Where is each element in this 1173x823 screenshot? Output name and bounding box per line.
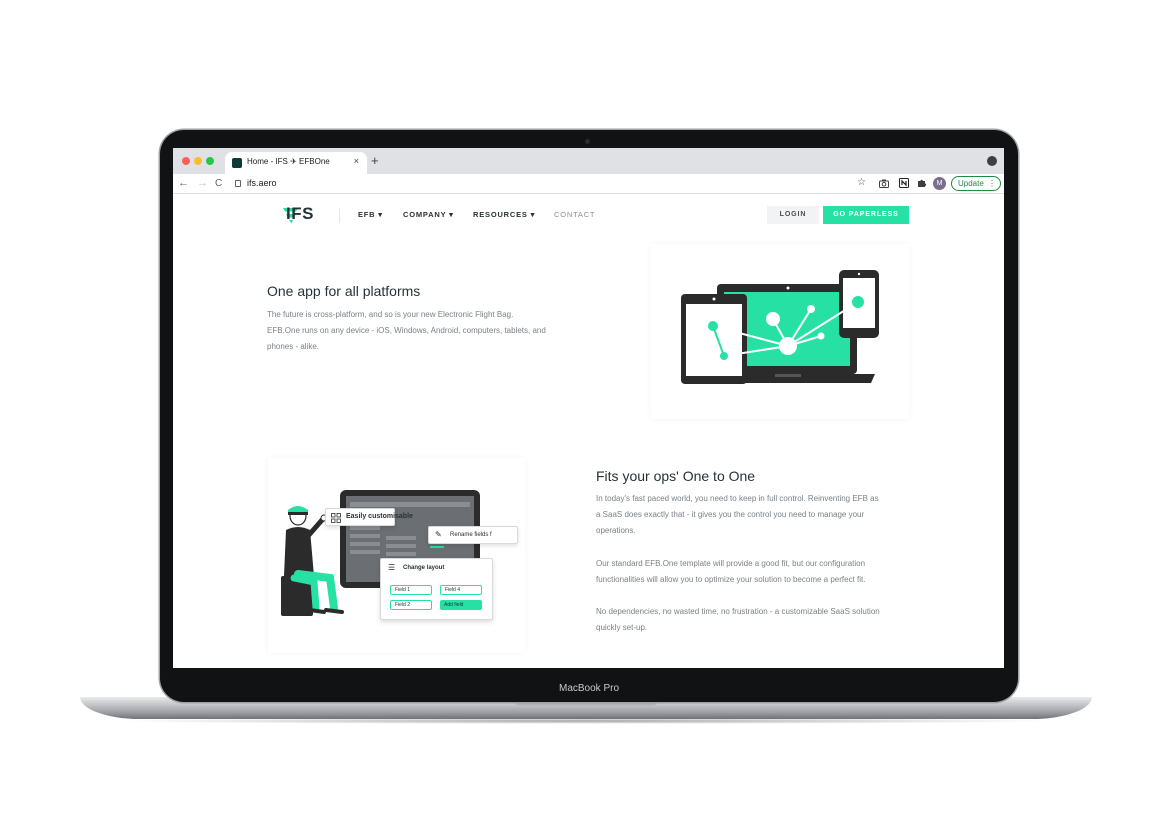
add-field-chip: Add field bbox=[440, 600, 482, 610]
extensions-puzzle-icon[interactable] bbox=[917, 178, 927, 188]
address-bar[interactable]: ifs.aero bbox=[247, 178, 277, 188]
camera-extension-icon[interactable] bbox=[879, 179, 889, 188]
customisation-illustration-card: Easily customisable ✎ Rename fields f ☰ … bbox=[268, 458, 525, 653]
text-line: In today's fast paced world, you need to… bbox=[596, 494, 879, 503]
login-button[interactable]: LOGIN bbox=[767, 206, 819, 224]
list-icon: ☰ bbox=[388, 563, 396, 572]
tab-bar: Home - IFS ✈ EFBOne × + bbox=[173, 148, 1004, 174]
go-paperless-button[interactable]: GO PAPERLESS bbox=[823, 206, 909, 224]
pilot-tablet-illustration bbox=[281, 490, 480, 616]
avatar[interactable]: M bbox=[933, 177, 946, 190]
close-window-dot[interactable] bbox=[182, 157, 190, 165]
forward-icon[interactable]: → bbox=[197, 177, 208, 189]
nav-contact[interactable]: CONTACT bbox=[554, 210, 595, 219]
text-line: EFB.One runs on any device - iOS, Window… bbox=[267, 326, 546, 335]
text-line: No dependencies, no wasted time, no frus… bbox=[596, 607, 880, 616]
lock-icon[interactable] bbox=[235, 180, 241, 187]
minimize-window-dot[interactable] bbox=[194, 157, 202, 165]
device-label: MacBook Pro bbox=[558, 683, 620, 694]
text-line: Our standard EFB.One template will provi… bbox=[596, 559, 866, 568]
devices-illustration bbox=[681, 270, 879, 384]
text-line: quickly set-up. bbox=[596, 623, 648, 632]
tab-title: Home - IFS ✈ EFBOne bbox=[247, 157, 330, 166]
favicon-icon bbox=[232, 158, 242, 168]
logo-text[interactable]: IFS bbox=[286, 204, 314, 224]
menu-icon: ⋮ bbox=[988, 179, 996, 188]
pencil-icon: ✎ bbox=[435, 530, 442, 539]
grid-icon bbox=[331, 513, 341, 523]
text-line: functionalities will allow you to optimi… bbox=[596, 575, 866, 584]
nav-company[interactable]: COMPANY ▾ bbox=[403, 210, 454, 219]
section-fits-paragraph-2: Our standard EFB.One template will provi… bbox=[596, 556, 865, 588]
browser-screen: Home - IFS ✈ EFBOne × + ← → C ifs.aero ☆ bbox=[173, 148, 1004, 668]
easily-customisable-card: Easily customisable bbox=[325, 508, 413, 526]
section-fits-title: Fits your ops' One to One bbox=[596, 468, 756, 484]
rename-fields-card: ✎ Rename fields f bbox=[428, 526, 518, 544]
change-layout-label: Change layout bbox=[403, 565, 445, 571]
text-line: The future is cross-platform, and so is … bbox=[267, 310, 514, 319]
back-icon[interactable]: ← bbox=[178, 177, 189, 189]
update-label: Update bbox=[958, 179, 984, 188]
easily-customisable-label: Easily customisable bbox=[346, 513, 413, 520]
section-fits-paragraph-1: In today's fast paced world, you need to… bbox=[596, 491, 879, 539]
section-platforms-title: One app for all platforms bbox=[267, 283, 421, 299]
field-4-chip: Field 4 bbox=[440, 585, 482, 595]
section-fits-paragraph-3: No dependencies, no wasted time, no frus… bbox=[596, 604, 880, 636]
section-platforms-text: The future is cross-platform, and so is … bbox=[267, 307, 546, 355]
tab-close-icon[interactable]: × bbox=[354, 156, 359, 166]
reload-icon[interactable]: C bbox=[215, 178, 222, 189]
text-line: phones - alike. bbox=[267, 342, 320, 351]
update-button[interactable]: Update ⋮ bbox=[951, 176, 1001, 191]
bookmark-star-icon[interactable]: ☆ bbox=[857, 177, 866, 188]
field-2-chip: Field 2 bbox=[390, 600, 432, 610]
zoom-window-dot[interactable] bbox=[206, 157, 214, 165]
rename-fields-label: Rename fields f bbox=[450, 532, 492, 538]
change-layout-panel: ☰ Change layout Field 1 Field 4 Field 2 … bbox=[380, 558, 493, 620]
browser-tab[interactable]: Home - IFS ✈ EFBOne × bbox=[225, 152, 367, 174]
nav-resources[interactable]: RESOURCES ▾ bbox=[473, 210, 535, 219]
profile-indicator-icon[interactable] bbox=[987, 156, 997, 166]
nav-divider bbox=[339, 208, 340, 223]
new-tab-button[interactable]: + bbox=[371, 153, 379, 168]
nav-efb[interactable]: EFB ▾ bbox=[358, 210, 383, 219]
devices-illustration-card bbox=[651, 244, 909, 419]
text-line: operations. bbox=[596, 526, 636, 535]
notion-extension-icon[interactable] bbox=[899, 178, 909, 188]
browser-toolbar: ← → C ifs.aero ☆ M Update ⋮ bbox=[173, 174, 1004, 194]
field-1-chip: Field 1 bbox=[390, 585, 432, 595]
text-line: a SaaS does exactly that - it gives you … bbox=[596, 510, 865, 519]
macbook-mockup: MacBook Pro Home - IFS ✈ EFBOne × + ← → … bbox=[0, 0, 1173, 823]
camera-icon bbox=[585, 139, 590, 144]
